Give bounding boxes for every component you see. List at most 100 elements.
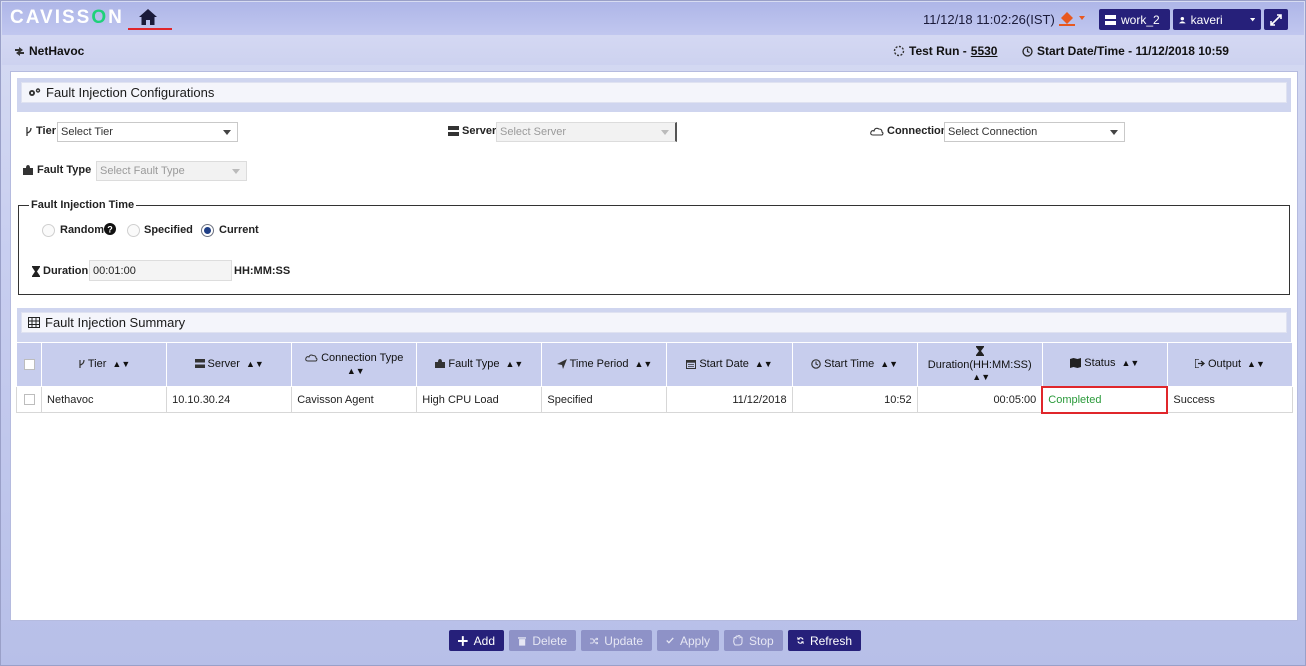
- code-branch-icon: [79, 359, 85, 368]
- sort-icon: ▲▼: [880, 358, 899, 369]
- table-row[interactable]: Nethavoc 10.10.30.24 Cavisson Agent High…: [15, 385, 1294, 414]
- home-icon: [139, 9, 157, 25]
- sort-icon: ▲▼: [346, 366, 365, 376]
- chevron-down-icon: [1110, 130, 1118, 135]
- cell-fault-type: High CPU Load: [416, 386, 543, 413]
- svg-text:?: ?: [107, 224, 113, 234]
- user-name: kaveri: [1190, 12, 1223, 27]
- cavisson-logo: CAVISSON: [10, 7, 124, 28]
- test-run-link[interactable]: 5530: [971, 44, 998, 58]
- duration-input[interactable]: 00:01:00: [89, 260, 232, 281]
- action-bar: Add Delete Update Apply Stop Refresh: [449, 630, 861, 651]
- home-button[interactable]: [128, 6, 172, 30]
- select-all-checkbox-cell[interactable]: [15, 342, 43, 387]
- duration-label: Duration: [32, 265, 88, 277]
- user-menu-button[interactable]: kaveri: [1173, 9, 1261, 30]
- column-header-connection-type[interactable]: Connection Type ▲▼: [291, 342, 418, 387]
- tier-select[interactable]: Select Tier: [57, 122, 238, 142]
- random-label: Random: [60, 224, 104, 236]
- server-icon: [194, 359, 205, 369]
- workspace-button[interactable]: work_2: [1099, 9, 1170, 30]
- hourglass-icon: [32, 265, 40, 277]
- netHavoc-icon: [15, 46, 24, 56]
- user-icon: [1179, 16, 1186, 23]
- table-header-row: Tier ▲▼ Server ▲▼ Connection Type ▲▼ Fault …: [15, 342, 1294, 387]
- column-header-start-date[interactable]: Start Date ▲▼: [666, 342, 793, 387]
- config-section-header: Fault Injection Configurations: [17, 78, 1291, 112]
- chevron-down-icon: [1249, 17, 1255, 21]
- current-radio[interactable]: [201, 224, 214, 237]
- duration-unit-label: HH:MM:SS: [234, 265, 291, 277]
- sort-icon: ▲▼: [1247, 358, 1265, 369]
- summary-title: Fault Injection Summary: [45, 315, 186, 330]
- hand-stop-icon: [733, 635, 743, 646]
- fault-injection-time-legend: Fault Injection Time: [29, 199, 137, 211]
- cell-connection-type: Cavisson Agent: [291, 386, 418, 413]
- sort-icon: ▲▼: [245, 358, 264, 369]
- column-header-tier[interactable]: Tier ▲▼: [41, 342, 168, 387]
- column-header-output[interactable]: Output ▲▼: [1166, 342, 1294, 387]
- column-header-start-time[interactable]: Start Time ▲▼: [791, 342, 918, 387]
- stop-button[interactable]: Stop: [724, 630, 783, 651]
- sort-icon: ▲▼: [972, 372, 991, 382]
- trash-icon: [518, 636, 527, 646]
- puzzle-icon: [23, 165, 33, 175]
- fault-type-select[interactable]: Select Fault Type: [96, 161, 247, 181]
- main-panel: Fault Injection Configurations Tier Sele…: [10, 71, 1298, 621]
- fault-type-label: Fault Type: [23, 164, 91, 176]
- paper-plane-icon: [556, 358, 567, 369]
- column-header-duration[interactable]: Duration(HH:MM:SS) ▲▼: [916, 342, 1043, 387]
- server-select[interactable]: Select Server: [496, 122, 677, 142]
- fullscreen-button[interactable]: [1264, 9, 1288, 30]
- update-button[interactable]: Update: [581, 630, 652, 651]
- sort-icon: ▲▼: [634, 358, 653, 369]
- gears-icon: [29, 88, 41, 96]
- cell-server: 10.10.30.24: [166, 386, 293, 413]
- add-button[interactable]: Add: [449, 630, 504, 651]
- apply-button[interactable]: Apply: [657, 630, 719, 651]
- column-header-time-period[interactable]: Time Period ▲▼: [541, 342, 668, 387]
- specified-label: Specified: [144, 224, 193, 236]
- test-run-info: Test Run - 5530: [893, 44, 997, 58]
- sort-icon: ▲▼: [754, 358, 773, 369]
- hourglass-icon: [975, 346, 984, 356]
- puzzle-icon: [435, 359, 446, 369]
- map-icon: [1070, 358, 1082, 369]
- cell-status: Completed: [1041, 385, 1169, 414]
- workspace-label: work_2: [1121, 12, 1160, 27]
- sort-icon: ▲▼: [112, 358, 131, 369]
- column-header-server[interactable]: Server ▲▼: [166, 342, 293, 387]
- random-radio[interactable]: [42, 224, 55, 237]
- code-branch-icon: [26, 126, 32, 136]
- server-icon: [448, 126, 459, 136]
- calendar-icon: [686, 359, 697, 369]
- server-icon: [1105, 14, 1116, 25]
- chevron-down-icon: [223, 130, 231, 135]
- refresh-button[interactable]: Refresh: [788, 630, 861, 651]
- chevron-down-icon: [232, 169, 240, 174]
- row-checkbox[interactable]: [23, 394, 35, 406]
- clock-icon: [811, 358, 821, 369]
- app-title: NetHavoc: [14, 44, 84, 58]
- summary-section-header: Fault Injection Summary: [17, 308, 1291, 342]
- tier-label: Tier: [25, 125, 56, 137]
- column-header-fault-type[interactable]: Fault Type ▲▼: [416, 342, 543, 387]
- check-icon: [666, 637, 674, 644]
- cell-time-period: Specified: [541, 386, 668, 413]
- connection-select[interactable]: Select Connection: [944, 122, 1125, 142]
- help-icon[interactable]: ?: [104, 223, 116, 235]
- select-all-checkbox[interactable]: [23, 359, 35, 371]
- delete-button[interactable]: Delete: [509, 630, 576, 651]
- connection-label: Connection: [870, 125, 948, 137]
- fault-summary-table: Tier ▲▼ Server ▲▼ Connection Type ▲▼ Fault …: [15, 342, 1294, 414]
- specified-radio[interactable]: [127, 224, 140, 237]
- theme-paint-icon[interactable]: [1058, 10, 1088, 29]
- column-header-status[interactable]: Status ▲▼: [1041, 342, 1168, 387]
- row-checkbox-cell[interactable]: [15, 386, 43, 413]
- clock-icon: [1022, 45, 1033, 57]
- sort-icon: ▲▼: [505, 358, 524, 369]
- random-icon: [590, 637, 599, 644]
- cloud-icon: [870, 127, 884, 136]
- expand-icon: [1270, 13, 1282, 26]
- plus-icon: [458, 635, 468, 646]
